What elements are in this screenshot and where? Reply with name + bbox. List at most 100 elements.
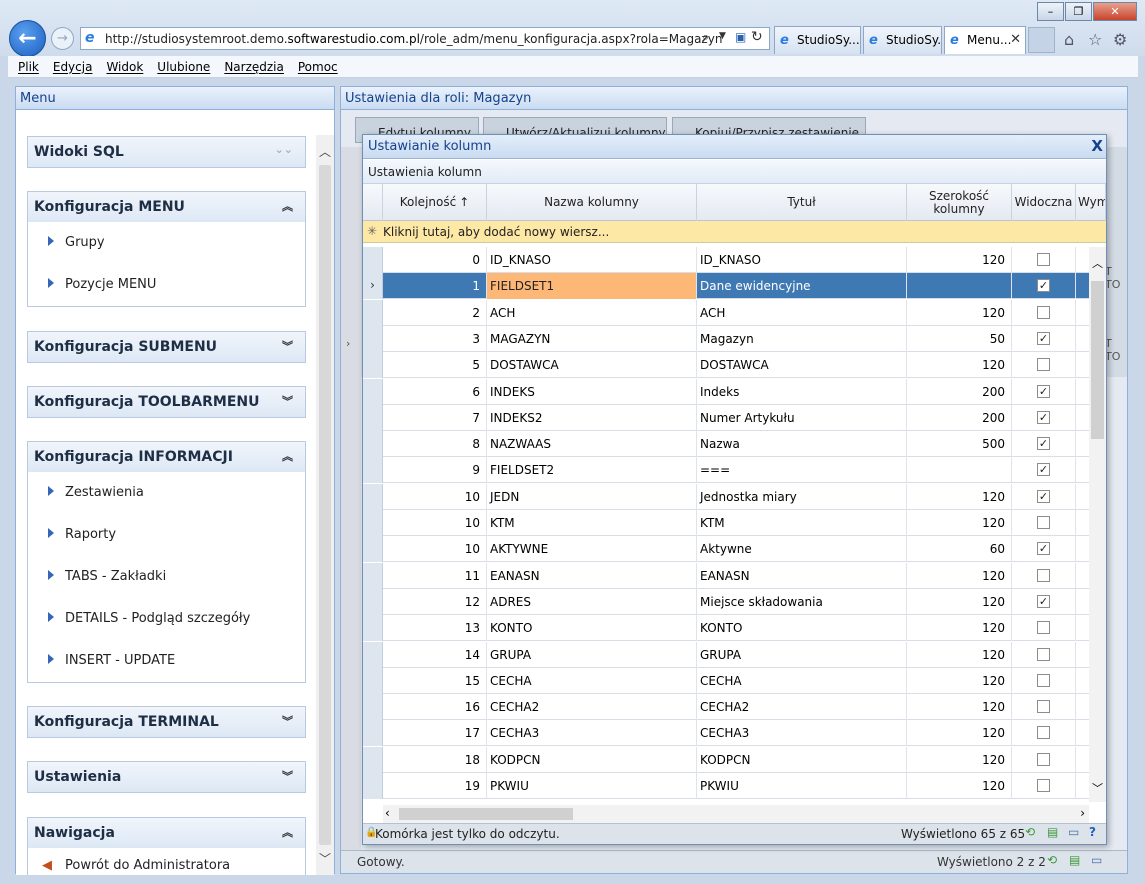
cell-name[interactable]: KODPCN <box>487 746 697 773</box>
tab-3[interactable]: e Menu... ✕ <box>944 26 1026 54</box>
cell-order[interactable]: 19 <box>383 773 487 799</box>
cell-order[interactable]: 0 <box>383 247 487 273</box>
window-close-button[interactable]: ✕ <box>1093 2 1137 21</box>
menu-item-pozycje-menu[interactable]: Pozycje MENU <box>28 264 305 306</box>
add-new-row[interactable]: ✳ Kliknij tutaj, aby dodać nowy wiersz... <box>363 221 1106 243</box>
table-row[interactable]: 9 FIELDSET2 === ✓ <box>363 457 1089 484</box>
row-selector[interactable] <box>363 694 383 721</box>
cell-title[interactable]: CECHA3 <box>697 720 907 747</box>
visible-checkbox[interactable]: ✓ <box>1037 384 1050 398</box>
chevron-down-icon[interactable]: ︾ <box>282 768 293 784</box>
cell-width[interactable]: 120 <box>907 588 1012 615</box>
row-selector[interactable] <box>363 483 383 510</box>
table-row[interactable]: 10 KTM KTM 120 <box>363 510 1089 536</box>
scroll-up-icon[interactable]: ︿ <box>319 143 331 160</box>
column-header-order[interactable]: Kolejność ↑ <box>383 184 487 221</box>
group-header[interactable]: Widoki SQL ⌄⌄ <box>28 137 305 167</box>
menu-item-pomoc[interactable]: Pomoc <box>298 60 338 74</box>
cell-name[interactable]: ADRES <box>487 588 697 615</box>
cell-title[interactable]: Aktywne <box>697 536 907 563</box>
row-selector[interactable] <box>363 510 383 536</box>
visible-checkbox[interactable] <box>1037 647 1050 661</box>
cell-name[interactable]: EANASN <box>487 562 697 589</box>
visible-checkbox[interactable]: ✓ <box>1037 542 1050 556</box>
tab-close-icon[interactable]: ✕ <box>1010 32 1021 47</box>
cell-name[interactable]: FIELDSET1 <box>487 273 697 300</box>
maximize-button[interactable]: ❐ <box>1065 2 1092 21</box>
visible-checkbox[interactable] <box>1037 779 1050 792</box>
cell-name[interactable]: PKWIU <box>487 773 697 799</box>
cell-order[interactable]: 17 <box>383 720 487 747</box>
row-selector[interactable] <box>363 773 383 799</box>
cell-title[interactable]: CECHA2 <box>697 694 907 721</box>
table-row[interactable]: 15 CECHA CECHA 120 <box>363 667 1089 694</box>
cell-title[interactable]: KTM <box>697 510 907 536</box>
minimize-button[interactable]: – <box>1037 2 1064 21</box>
row-selector[interactable] <box>363 247 383 273</box>
cell-order[interactable]: 15 <box>383 667 487 694</box>
cell-order[interactable]: 10 <box>383 536 487 563</box>
cell-wym[interactable] <box>1076 457 1089 483</box>
cell-wym[interactable] <box>1076 273 1089 299</box>
tab-1[interactable]: e StudioSy... <box>774 26 861 54</box>
chevron-down-icon[interactable]: ⌄⌄ <box>275 143 293 156</box>
close-icon[interactable]: X <box>1091 137 1103 155</box>
row-selector[interactable] <box>363 352 383 379</box>
cell-order[interactable]: 2 <box>383 299 487 326</box>
cell-order[interactable]: 10 <box>383 510 487 536</box>
cell-name[interactable]: INDEKS2 <box>487 404 697 431</box>
menu-item-plik[interactable]: Plik <box>18 60 39 74</box>
column-header-name[interactable]: Nazwa kolumny <box>487 184 697 221</box>
cell-title[interactable]: GRUPA <box>697 641 907 668</box>
row-selector[interactable] <box>363 720 383 747</box>
visible-checkbox[interactable]: ✓ <box>1037 279 1050 293</box>
scroll-up-icon[interactable]: ︿ <box>1092 255 1103 271</box>
forward-button[interactable]: → <box>51 27 74 50</box>
cell-width[interactable]: 50 <box>907 325 1012 352</box>
cell-name[interactable]: AKTYWNE <box>487 536 697 563</box>
cell-width[interactable]: 120 <box>907 562 1012 589</box>
row-selector[interactable] <box>363 588 383 615</box>
menu-item-tabs[interactable]: TABS - Zakładki <box>28 556 305 598</box>
refresh-icon[interactable]: ⟲ <box>1047 853 1057 867</box>
cell-wym[interactable] <box>1076 694 1089 720</box>
cell-width[interactable]: 120 <box>907 483 1012 510</box>
cell-name[interactable]: CECHA3 <box>487 720 697 747</box>
print-icon[interactable]: ▭ <box>1068 825 1079 839</box>
row-selector[interactable] <box>363 457 383 484</box>
cell-width[interactable]: 60 <box>907 536 1012 563</box>
cell-title[interactable]: Magazyn <box>697 325 907 352</box>
row-selector[interactable] <box>363 431 383 458</box>
table-row[interactable]: 6 INDEKS Indeks 200 ✓ <box>363 378 1089 405</box>
menu-item-ulubione[interactable]: Ulubione <box>157 60 210 74</box>
cell-wym[interactable] <box>1076 510 1089 536</box>
cell-order[interactable]: 13 <box>383 615 487 642</box>
cell-order[interactable]: 8 <box>383 431 487 458</box>
visible-checkbox[interactable] <box>1037 752 1050 766</box>
scroll-down-icon[interactable]: ﹀ <box>1092 780 1103 796</box>
scrollbar-thumb[interactable] <box>319 165 331 845</box>
menu-item-powrot[interactable]: ◀ Powrót do Administratora <box>28 848 305 875</box>
menu-item-raporty[interactable]: Raporty <box>28 514 305 556</box>
table-row[interactable]: 18 KODPCN KODPCN 120 <box>363 746 1089 773</box>
cell-order[interactable]: 10 <box>383 483 487 510</box>
chevron-down-icon[interactable]: ︾ <box>282 338 293 354</box>
tab-2[interactable]: e StudioSy... <box>863 26 942 54</box>
cell-title[interactable]: PKWIU <box>697 773 907 799</box>
cell-wym[interactable] <box>1076 668 1089 694</box>
cell-width[interactable]: 120 <box>907 667 1012 694</box>
table-row[interactable]: 16 CECHA2 CECHA2 120 <box>363 694 1089 721</box>
visible-checkbox[interactable]: ✓ <box>1037 410 1050 424</box>
cell-name[interactable]: GRUPA <box>487 641 697 668</box>
table-row[interactable]: 5 DOSTAWCA DOSTAWCA 120 <box>363 352 1089 379</box>
cell-title[interactable]: Miejsce składowania <box>697 588 907 615</box>
export-icon[interactable]: ▤ <box>1069 853 1080 867</box>
visible-checkbox[interactable] <box>1037 726 1050 740</box>
cell-wym[interactable] <box>1076 326 1089 352</box>
export-icon[interactable]: ▤ <box>1047 825 1058 839</box>
column-header-visible[interactable]: Widoczna <box>1012 184 1076 221</box>
cell-order[interactable]: 3 <box>383 325 487 352</box>
cell-width[interactable] <box>907 273 1012 300</box>
cell-width[interactable]: 120 <box>907 694 1012 721</box>
cell-title[interactable]: ID_KNASO <box>697 247 907 273</box>
